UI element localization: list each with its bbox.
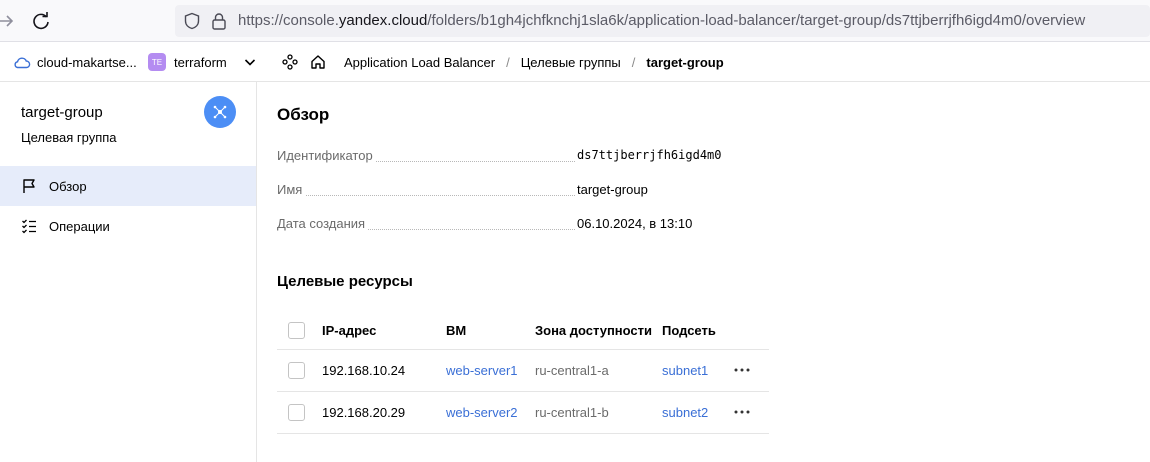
- address-bar[interactable]: https://console.yandex.cloud/folders/b1g…: [175, 5, 1150, 37]
- table-header-row: IP-адрес ВМ Зона доступности Подсеть: [277, 310, 769, 350]
- cell-zone: ru-central1-a: [535, 362, 609, 378]
- url-path: /folders/b1gh4jchfknchj1sla6k/applicatio…: [427, 12, 1086, 29]
- app-header: cloud-makartse... TE terraform Applicati…: [0, 42, 1150, 82]
- resources-heading: Целевые ресурсы: [277, 273, 413, 290]
- url-text: https://console.yandex.cloud/folders/b1g…: [238, 12, 1085, 29]
- folder-selector[interactable]: TE terraform: [148, 42, 227, 82]
- table-row: 192.168.20.29 web-server2 ru-central1-b …: [277, 392, 769, 434]
- cell-ip: 192.168.10.24: [322, 362, 406, 378]
- breadcrumb: Application Load Balancer / Целевые груп…: [344, 42, 724, 82]
- breadcrumb-separator: /: [631, 54, 636, 70]
- services-icon[interactable]: [282, 42, 298, 82]
- checklist-icon: [22, 219, 36, 234]
- cloud-name: cloud-makartse...: [37, 54, 137, 70]
- targets-table: IP-адрес ВМ Зона доступности Подсеть 192…: [277, 310, 769, 434]
- field-value: ds7ttjberrjfh6igd4m0: [577, 148, 722, 162]
- load-balancer-icon: [204, 96, 236, 128]
- resource-title: target-group: [21, 104, 103, 121]
- reload-icon[interactable]: [30, 10, 52, 32]
- dotted-leader: [277, 195, 575, 196]
- breadcrumb-current: target-group: [646, 54, 724, 70]
- main-content: Обзор Идентификатор ds7ttjberrjfh6igd4m0…: [257, 82, 1150, 462]
- sidebar: target-group Целевая группа Обзор Операц…: [0, 82, 257, 462]
- browser-toolbar: https://console.yandex.cloud/folders/b1g…: [0, 0, 1150, 42]
- sidebar-item-label: Обзор: [49, 178, 87, 194]
- sidebar-item-overview[interactable]: Обзор: [0, 166, 256, 206]
- shield-icon[interactable]: [183, 12, 201, 30]
- breadcrumb-separator: /: [506, 54, 510, 70]
- breadcrumb-service[interactable]: Application Load Balancer: [344, 55, 495, 70]
- breadcrumb-target-groups[interactable]: Целевые группы: [521, 55, 621, 70]
- table-row: 192.168.10.24 web-server1 ru-central1-a …: [277, 350, 769, 392]
- cell-zone: ru-central1-b: [535, 404, 609, 420]
- column-header-subnet[interactable]: Подсеть: [662, 310, 716, 350]
- more-actions-icon[interactable]: [734, 350, 750, 390]
- field-name: Имя target-group: [277, 182, 837, 202]
- resource-type: Целевая группа: [21, 130, 117, 145]
- cloud-icon: [14, 57, 31, 69]
- field-id: Идентификатор ds7ttjberrjfh6igd4m0: [277, 148, 837, 168]
- cell-subnet-link[interactable]: subnet2: [662, 392, 708, 432]
- select-all-checkbox[interactable]: [288, 310, 305, 350]
- sidebar-item-label: Операции: [49, 218, 110, 234]
- overview-heading: Обзор: [277, 105, 330, 124]
- column-header-vm[interactable]: ВМ: [446, 310, 466, 350]
- row-checkbox[interactable]: [288, 392, 305, 432]
- chevron-down-icon[interactable]: [243, 42, 257, 82]
- row-checkbox[interactable]: [288, 350, 305, 390]
- field-key: Имя: [277, 182, 306, 197]
- url-host: yandex.cloud: [338, 12, 428, 29]
- column-header-ip[interactable]: IP-адрес: [322, 310, 376, 350]
- home-icon[interactable]: [310, 42, 326, 82]
- column-header-zone[interactable]: Зона доступности: [535, 310, 652, 350]
- url-prefix: https://console.: [238, 12, 339, 29]
- more-actions-icon[interactable]: [734, 392, 750, 432]
- field-value: 06.10.2024, в 13:10: [577, 216, 693, 231]
- cloud-selector[interactable]: cloud-makartse...: [13, 42, 137, 82]
- field-created: Дата создания 06.10.2024, в 13:10: [277, 216, 837, 236]
- sidebar-item-operations[interactable]: Операции: [0, 206, 256, 246]
- field-key: Дата создания: [277, 216, 369, 231]
- field-key: Идентификатор: [277, 148, 376, 163]
- field-value: target-group: [577, 182, 648, 197]
- cell-subnet-link[interactable]: subnet1: [662, 350, 708, 390]
- cell-vm-link[interactable]: web-server2: [446, 392, 518, 432]
- forward-arrow-icon[interactable]: [0, 11, 14, 31]
- folder-badge: TE: [148, 53, 166, 71]
- lock-icon[interactable]: [211, 12, 227, 30]
- folder-name: terraform: [174, 54, 227, 70]
- cell-vm-link[interactable]: web-server1: [446, 350, 518, 390]
- cell-ip: 192.168.20.29: [322, 404, 406, 420]
- flag-icon: [23, 179, 35, 193]
